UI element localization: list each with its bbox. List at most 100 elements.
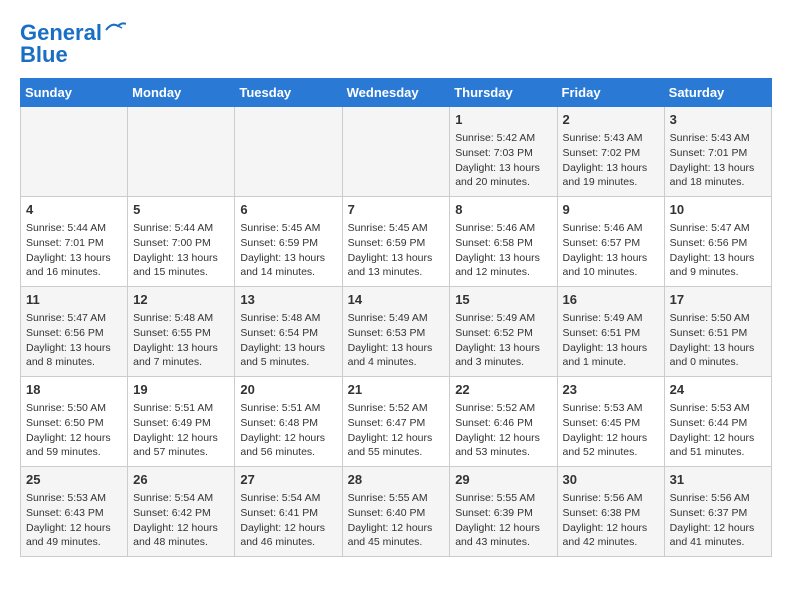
day-number: 27	[240, 471, 336, 489]
day-number: 10	[670, 201, 766, 219]
calendar-cell: 24Sunrise: 5:53 AM Sunset: 6:44 PM Dayli…	[664, 377, 771, 467]
calendar-cell: 19Sunrise: 5:51 AM Sunset: 6:49 PM Dayli…	[128, 377, 235, 467]
day-info: Sunrise: 5:56 AM Sunset: 6:37 PM Dayligh…	[670, 491, 766, 550]
header-friday: Friday	[557, 79, 664, 107]
day-number: 31	[670, 471, 766, 489]
calendar-week-row: 4 Sunrise: 5:44 AM Sunset: 7:01 PM Daylig…	[21, 197, 772, 287]
day-number: 5	[133, 201, 229, 219]
day-number: 22	[455, 381, 551, 399]
day-number: 16	[563, 291, 659, 309]
calendar-cell: 6 Sunrise: 5:45 AM Sunset: 6:59 PM Daylig…	[235, 197, 342, 287]
day-number: 14	[348, 291, 445, 309]
day-info: Sunrise: 5:55 AM Sunset: 6:40 PM Dayligh…	[348, 491, 445, 550]
day-info: Sunrise: 5:55 AM Sunset: 6:39 PM Dayligh…	[455, 491, 551, 550]
day-info: Sunrise: 5:43 AM Sunset: 7:02 PM Dayligh…	[563, 131, 659, 190]
calendar-cell: 23 Sunrise: 5:53 AM Sunset: 6:45 PM Dayli…	[557, 377, 664, 467]
day-info: Sunrise: 5:56 AM Sunset: 6:38 PM Dayligh…	[563, 491, 659, 550]
day-number: 9	[563, 201, 659, 219]
day-number: 12	[133, 291, 229, 309]
header-tuesday: Tuesday	[235, 79, 342, 107]
calendar-body: 1 Sunrise: 5:42 AM Sunset: 7:03 PM Daylig…	[21, 107, 772, 557]
day-info: Sunrise: 5:49 AM Sunset: 6:52 PM Dayligh…	[455, 311, 551, 370]
page-header: General Blue	[20, 20, 772, 68]
day-number: 21	[348, 381, 445, 399]
calendar-cell: 31 Sunrise: 5:56 AM Sunset: 6:37 PM Dayli…	[664, 467, 771, 557]
calendar-cell: 11 Sunrise: 5:47 AM Sunset: 6:56 PM Dayli…	[21, 287, 128, 377]
day-number: 17	[670, 291, 766, 309]
day-info: Sunrise: 5:51 AM Sunset: 6:48 PM Dayligh…	[240, 401, 336, 460]
calendar-cell: 21 Sunrise: 5:52 AM Sunset: 6:47 PM Dayli…	[342, 377, 450, 467]
header-thursday: Thursday	[450, 79, 557, 107]
day-info: Sunrise: 5:54 AM Sunset: 6:41 PM Dayligh…	[240, 491, 336, 550]
calendar-cell: 16 Sunrise: 5:49 AM Sunset: 6:51 PM Dayli…	[557, 287, 664, 377]
calendar-cell: 4 Sunrise: 5:44 AM Sunset: 7:01 PM Daylig…	[21, 197, 128, 287]
day-number: 28	[348, 471, 445, 489]
calendar-cell: 30Sunrise: 5:56 AM Sunset: 6:38 PM Dayli…	[557, 467, 664, 557]
day-number: 20	[240, 381, 336, 399]
calendar-cell	[342, 107, 450, 197]
calendar-cell: 12 Sunrise: 5:48 AM Sunset: 6:55 PM Dayli…	[128, 287, 235, 377]
day-info: Sunrise: 5:47 AM Sunset: 6:56 PM Dayligh…	[26, 311, 122, 370]
logo-bird-icon	[104, 20, 126, 36]
day-info: Sunrise: 5:49 AM Sunset: 6:53 PM Dayligh…	[348, 311, 445, 370]
day-info: Sunrise: 5:46 AM Sunset: 6:58 PM Dayligh…	[455, 221, 551, 280]
day-number: 3	[670, 111, 766, 129]
logo: General Blue	[20, 20, 126, 68]
day-number: 23	[563, 381, 659, 399]
day-info: Sunrise: 5:44 AM Sunset: 7:00 PM Dayligh…	[133, 221, 229, 280]
calendar-cell: 26 Sunrise: 5:54 AM Sunset: 6:42 PM Dayli…	[128, 467, 235, 557]
day-info: Sunrise: 5:52 AM Sunset: 6:46 PM Dayligh…	[455, 401, 551, 460]
day-info: Sunrise: 5:42 AM Sunset: 7:03 PM Dayligh…	[455, 131, 551, 190]
day-number: 11	[26, 291, 122, 309]
day-info: Sunrise: 5:53 AM Sunset: 6:45 PM Dayligh…	[563, 401, 659, 460]
header-sunday: Sunday	[21, 79, 128, 107]
day-number: 1	[455, 111, 551, 129]
calendar-cell: 17Sunrise: 5:50 AM Sunset: 6:51 PM Dayli…	[664, 287, 771, 377]
day-info: Sunrise: 5:45 AM Sunset: 6:59 PM Dayligh…	[240, 221, 336, 280]
day-number: 15	[455, 291, 551, 309]
day-info: Sunrise: 5:53 AM Sunset: 6:44 PM Dayligh…	[670, 401, 766, 460]
calendar-cell: 8Sunrise: 5:46 AM Sunset: 6:58 PM Daylig…	[450, 197, 557, 287]
calendar-cell: 2 Sunrise: 5:43 AM Sunset: 7:02 PM Daylig…	[557, 107, 664, 197]
day-info: Sunrise: 5:54 AM Sunset: 6:42 PM Dayligh…	[133, 491, 229, 550]
days-of-week-row: SundayMondayTuesdayWednesdayThursdayFrid…	[21, 79, 772, 107]
day-number: 13	[240, 291, 336, 309]
calendar-cell: 9 Sunrise: 5:46 AM Sunset: 6:57 PM Daylig…	[557, 197, 664, 287]
day-info: Sunrise: 5:44 AM Sunset: 7:01 PM Dayligh…	[26, 221, 122, 280]
day-info: Sunrise: 5:46 AM Sunset: 6:57 PM Dayligh…	[563, 221, 659, 280]
day-info: Sunrise: 5:52 AM Sunset: 6:47 PM Dayligh…	[348, 401, 445, 460]
calendar-cell: 29 Sunrise: 5:55 AM Sunset: 6:39 PM Dayli…	[450, 467, 557, 557]
day-info: Sunrise: 5:48 AM Sunset: 6:54 PM Dayligh…	[240, 311, 336, 370]
calendar-cell	[235, 107, 342, 197]
calendar-week-row: 18 Sunrise: 5:50 AM Sunset: 6:50 PM Dayli…	[21, 377, 772, 467]
day-info: Sunrise: 5:48 AM Sunset: 6:55 PM Dayligh…	[133, 311, 229, 370]
calendar-cell: 15 Sunrise: 5:49 AM Sunset: 6:52 PM Dayli…	[450, 287, 557, 377]
calendar-cell: 20 Sunrise: 5:51 AM Sunset: 6:48 PM Dayli…	[235, 377, 342, 467]
day-number: 19	[133, 381, 229, 399]
calendar-cell: 14 Sunrise: 5:49 AM Sunset: 6:53 PM Dayli…	[342, 287, 450, 377]
calendar-week-row: 25 Sunrise: 5:53 AM Sunset: 6:43 PM Dayli…	[21, 467, 772, 557]
calendar-cell: 22 Sunrise: 5:52 AM Sunset: 6:46 PM Dayli…	[450, 377, 557, 467]
day-number: 4	[26, 201, 122, 219]
calendar-cell: 25 Sunrise: 5:53 AM Sunset: 6:43 PM Dayli…	[21, 467, 128, 557]
calendar-header: SundayMondayTuesdayWednesdayThursdayFrid…	[21, 79, 772, 107]
day-info: Sunrise: 5:45 AM Sunset: 6:59 PM Dayligh…	[348, 221, 445, 280]
day-info: Sunrise: 5:49 AM Sunset: 6:51 PM Dayligh…	[563, 311, 659, 370]
day-number: 26	[133, 471, 229, 489]
day-info: Sunrise: 5:50 AM Sunset: 6:50 PM Dayligh…	[26, 401, 122, 460]
calendar-cell: 18 Sunrise: 5:50 AM Sunset: 6:50 PM Dayli…	[21, 377, 128, 467]
day-number: 18	[26, 381, 122, 399]
calendar-cell: 5 Sunrise: 5:44 AM Sunset: 7:00 PM Daylig…	[128, 197, 235, 287]
calendar-cell: 3Sunrise: 5:43 AM Sunset: 7:01 PM Daylig…	[664, 107, 771, 197]
calendar-cell: 27 Sunrise: 5:54 AM Sunset: 6:41 PM Dayli…	[235, 467, 342, 557]
calendar-table: SundayMondayTuesdayWednesdayThursdayFrid…	[20, 78, 772, 557]
day-number: 6	[240, 201, 336, 219]
day-info: Sunrise: 5:53 AM Sunset: 6:43 PM Dayligh…	[26, 491, 122, 550]
day-number: 25	[26, 471, 122, 489]
day-info: Sunrise: 5:47 AM Sunset: 6:56 PM Dayligh…	[670, 221, 766, 280]
day-number: 29	[455, 471, 551, 489]
calendar-cell: 1 Sunrise: 5:42 AM Sunset: 7:03 PM Daylig…	[450, 107, 557, 197]
calendar-week-row: 11 Sunrise: 5:47 AM Sunset: 6:56 PM Dayli…	[21, 287, 772, 377]
day-number: 2	[563, 111, 659, 129]
logo-blue-text: Blue	[20, 42, 68, 68]
